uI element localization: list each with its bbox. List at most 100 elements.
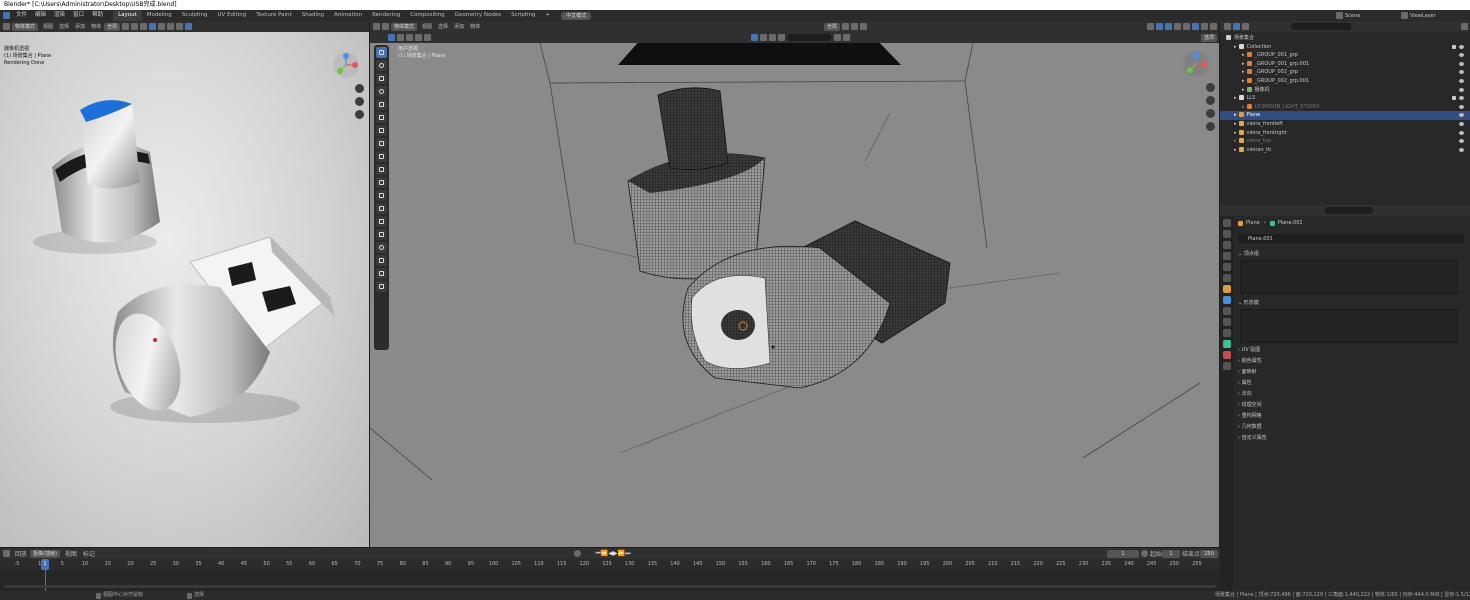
collapsed-panel[interactable]: › 面映射	[1238, 367, 1468, 378]
select-mode-icon[interactable]	[424, 34, 431, 41]
tab-modeling[interactable]: Modeling	[142, 10, 177, 21]
view-layer-tab-icon[interactable]	[1223, 252, 1231, 260]
spin-tool-icon[interactable]	[376, 242, 387, 253]
visibility-eye-icon[interactable]	[1459, 61, 1464, 66]
zoom-icon[interactable]	[1206, 83, 1215, 92]
output-tab-icon[interactable]	[1223, 241, 1231, 249]
editor-type-icon[interactable]	[3, 23, 10, 30]
pan-hand-icon[interactable]	[355, 97, 364, 106]
main-menu-view[interactable]: 视图	[419, 23, 435, 30]
visibility-eye-icon[interactable]	[1459, 78, 1464, 83]
texture-tab-icon[interactable]	[1223, 362, 1231, 370]
knife-tool-icon[interactable]	[376, 216, 387, 227]
tab-shading[interactable]: Shading	[297, 10, 329, 21]
perspective-toggle-icon[interactable]	[1206, 122, 1215, 131]
outliner-item[interactable]: ▸ Collection	[1220, 43, 1470, 52]
timeline-menu-marker[interactable]: 标记	[80, 549, 98, 558]
left-menu-add[interactable]: 添加	[72, 23, 88, 30]
exclude-checkbox[interactable]	[1452, 96, 1456, 101]
outliner-item[interactable]: ▸ _GROUP_001_grp.001	[1220, 60, 1470, 69]
constraints-tab-icon[interactable]	[1223, 329, 1231, 337]
start-frame-field[interactable]: 1	[1162, 549, 1180, 558]
camera-view-icon[interactable]	[1206, 109, 1215, 118]
tab-animation[interactable]: Animation	[329, 10, 367, 21]
left-menu-object[interactable]: 物体	[88, 23, 104, 30]
cursor-tool-icon[interactable]	[376, 60, 387, 71]
outliner-item[interactable]: ▸ _GROUP_002_grp.001	[1220, 77, 1470, 86]
visibility-eye-icon[interactable]	[1459, 96, 1464, 101]
collapsed-panel[interactable]: › 颜色属性	[1238, 356, 1468, 367]
properties-search-input[interactable]	[1325, 207, 1373, 214]
edge-select-icon[interactable]	[760, 34, 767, 41]
shading-material-icon[interactable]	[1201, 23, 1208, 30]
add-workspace-icon[interactable]: +	[541, 10, 556, 21]
modifier-tab-icon[interactable]	[1223, 296, 1231, 304]
shading-material-icon[interactable]	[176, 23, 184, 30]
scene-tab-icon[interactable]	[1223, 263, 1231, 271]
object-tab-icon[interactable]	[1223, 285, 1231, 293]
smooth-tool-icon[interactable]	[376, 255, 387, 266]
navigation-gizmo[interactable]	[1183, 51, 1209, 77]
add-cube-tool-icon[interactable]	[376, 151, 387, 162]
expand-arrow-icon[interactable]: ▸	[1234, 130, 1237, 136]
world-tab-icon[interactable]	[1223, 274, 1231, 282]
visibility-eye-icon[interactable]	[1459, 70, 1464, 75]
view-layer-name[interactable]: ViewLayer	[1410, 13, 1470, 19]
tab-layout[interactable]: Layout	[113, 10, 142, 21]
scale-tool-icon[interactable]	[376, 99, 387, 110]
shading-solid-icon[interactable]	[1192, 23, 1199, 30]
section-shape-keys[interactable]: ⌄ 形态键	[1238, 298, 1468, 309]
extrude-tool-icon[interactable]	[376, 164, 387, 175]
gizmo-icon[interactable]	[1156, 23, 1163, 30]
left-menu-view[interactable]: 视图	[40, 23, 56, 30]
render-tab-icon[interactable]	[1223, 230, 1231, 238]
outliner-item[interactable]: ▸ vieira_frontright	[1220, 129, 1470, 138]
main-3d-viewport[interactable]: 用户透视 (1) 场景集合 | Plane	[370, 43, 1219, 547]
menu-render[interactable]: 渲染	[50, 10, 69, 21]
funnel-icon[interactable]	[1461, 23, 1468, 30]
move-tool-icon[interactable]	[376, 73, 387, 84]
menu-file[interactable]: 文件	[12, 10, 31, 21]
expand-arrow-icon[interactable]: ▸	[1242, 61, 1245, 67]
visibility-eye-icon[interactable]	[1459, 121, 1464, 126]
expand-arrow-icon[interactable]: ▸	[1234, 121, 1237, 127]
menu-help[interactable]: 帮助	[88, 10, 107, 21]
shape-keys-list[interactable]	[1240, 309, 1458, 343]
expand-arrow-icon[interactable]: ▸	[1242, 87, 1245, 93]
shading-wire-icon[interactable]	[1183, 23, 1190, 30]
end-frame-field[interactable]: 250	[1200, 549, 1219, 558]
face-select-icon[interactable]	[769, 34, 776, 41]
visibility-eye-icon[interactable]	[1459, 113, 1464, 118]
outliner-item[interactable]: ▸ 摄像机	[1220, 86, 1470, 95]
tab-sculpting[interactable]: Sculpting	[177, 10, 213, 21]
prev-keyframe-icon[interactable]: ⏪	[601, 550, 608, 557]
material-tab-icon[interactable]	[1223, 351, 1231, 359]
expand-arrow-icon[interactable]: ▸	[1234, 138, 1237, 144]
playhead[interactable]: 1	[41, 559, 49, 570]
exclude-checkbox[interactable]	[1452, 44, 1456, 49]
vertex-select-icon[interactable]	[751, 34, 758, 41]
tool-tab-icon[interactable]	[1223, 219, 1231, 227]
collection-vis-icon[interactable]	[778, 34, 785, 41]
expand-arrow-icon[interactable]: ▸	[1234, 44, 1237, 50]
visibility-eye-icon[interactable]	[1459, 87, 1464, 92]
expand-arrow-icon[interactable]: ▸	[1242, 69, 1245, 75]
rip-tool-icon[interactable]	[376, 281, 387, 292]
pivot-icon[interactable]	[842, 23, 849, 30]
select-mode-icon[interactable]	[415, 34, 422, 41]
overlay-icon[interactable]	[1165, 23, 1172, 30]
visibility-icon[interactable]	[1147, 23, 1154, 30]
visibility-eye-icon[interactable]	[1459, 44, 1464, 49]
main-mode-select[interactable]: 物体模式	[391, 22, 418, 31]
transform-tool-icon[interactable]	[376, 112, 387, 123]
mesh-data-tab-icon[interactable]	[1223, 340, 1231, 348]
snap-icon[interactable]	[851, 23, 858, 30]
collapsed-panel[interactable]: › 几何数据	[1238, 422, 1468, 433]
outliner-search-input[interactable]	[1291, 23, 1351, 30]
select-mode-icon[interactable]	[397, 34, 404, 41]
timeline-ruler[interactable]: 1 -5 1 5 10 15 20 25 30 35 40 45 50 55 60 65 70 75 80 85 90…	[0, 559, 1220, 570]
record-icon[interactable]	[574, 550, 582, 557]
filter-icon[interactable]	[834, 34, 841, 41]
timeline-menu-keying[interactable]: 抠像(插帧)	[30, 549, 60, 558]
visibility-eye-icon[interactable]	[1459, 53, 1464, 58]
